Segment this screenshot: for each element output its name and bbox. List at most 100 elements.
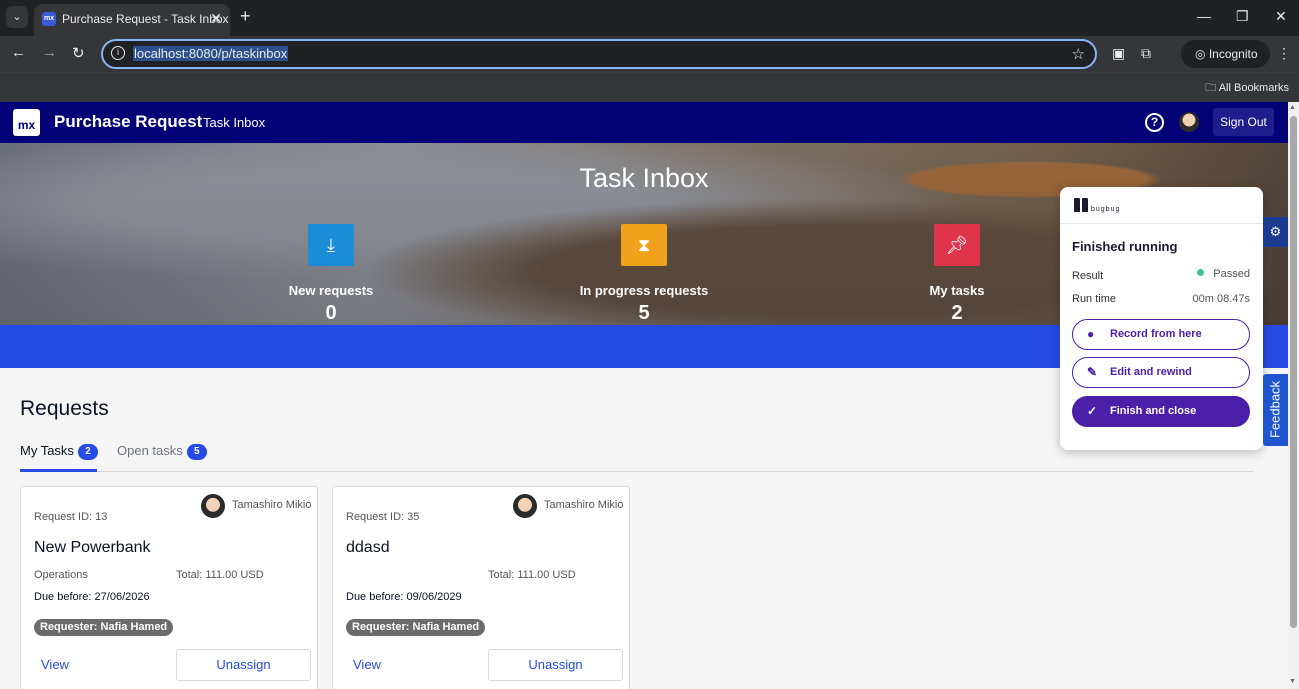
owner-name: Tamashiro Mikio [544,499,624,511]
check-icon: ✓ [1087,404,1098,418]
folder-icon: 🗀 [1205,82,1219,94]
runtime-value: 00m 08.47s [1192,293,1250,305]
page-name: Task Inbox [203,115,266,130]
owner-name: Tamashiro Mikio [232,499,312,511]
browser-tabstrip: ⌄ mx Purchase Request - Task Inbox ✕ + —… [0,0,1299,36]
bugbug-header: bugbug [1060,187,1263,224]
incognito-icon: ◎ [1195,47,1209,61]
page-scrollbar[interactable]: ▲ ▼ [1288,102,1299,689]
tab-close-icon[interactable]: ✕ [210,10,222,27]
stat-value-in-progress: 5 [638,302,650,324]
site-info-icon[interactable]: i [111,46,125,60]
tab-my-tasks-count: 2 [77,444,98,460]
edit-and-rewind-button[interactable]: ✎ Edit and rewind [1072,357,1250,388]
tab-open-tasks-label: Open tasks [117,443,183,458]
record-dot-icon: ● [1087,327,1095,341]
all-bookmarks-label: All Bookmarks [1218,82,1289,94]
scroll-down-arrow-icon[interactable]: ▼ [1289,678,1296,685]
user-settings-icon[interactable]: ⚙ [1263,217,1288,247]
bugbug-logo-icon [1074,198,1089,212]
unassign-button[interactable]: Unassign [176,649,311,681]
app-header: mx Purchase Request Task Inbox ? Sign Ou… [0,102,1288,143]
tab-favicon-icon: mx [42,12,56,26]
tab-title: Purchase Request - Task Inbox [62,12,229,26]
request-department: Operations [34,569,88,581]
request-due-date: Due before: 27/06/2026 [34,591,150,603]
requests-title: Requests [20,397,109,420]
browser-toolbar: ← → ↻ i localhost:8080/p/taskinbox ☆ ▣ ⧉… [0,36,1299,72]
tab-open-tasks-count: 5 [186,444,207,460]
bugbug-logo-text: bugbug [1091,206,1121,213]
finish-and-close-button[interactable]: ✓ Finish and close [1072,396,1250,427]
passed-status-dot [1197,269,1205,276]
view-link[interactable]: View [353,657,381,672]
request-total: Total: 111.00 USD [488,569,576,581]
stat-label-in-progress: In progress requests [579,283,709,298]
forward-arrow-icon[interactable]: → [42,44,57,61]
incognito-badge[interactable]: ◎ Incognito [1181,40,1270,68]
result-value: Passed [1197,268,1250,280]
minimize-icon[interactable]: — [1197,8,1211,24]
browser-menu-icon[interactable]: ⋮ [1277,45,1291,62]
unassign-button[interactable]: Unassign [488,649,623,681]
stat-label-my-tasks: My tasks [929,283,985,298]
help-icon[interactable]: ? [1145,113,1164,132]
request-due-date: Due before: 09/06/2029 [346,591,462,603]
finish-and-close-label: Finish and close [1110,405,1197,417]
hourglass-icon[interactable]: ⧗ [621,224,667,266]
request-id: Request ID: 35 [346,511,420,523]
edit-and-rewind-label: Edit and rewind [1110,366,1192,378]
stat-value-new: 0 [325,302,337,324]
stat-value-my-tasks: 2 [951,302,963,324]
sign-out-button[interactable]: Sign Out [1213,108,1274,136]
reload-icon[interactable]: ↻ [72,44,85,62]
scroll-up-arrow-icon[interactable]: ▲ [1289,104,1296,111]
owner-avatar [201,494,225,518]
pin-icon[interactable]: 📌︎ [934,224,980,266]
address-bar[interactable]: i localhost:8080/p/taskinbox ☆ [101,39,1097,69]
tab-my-tasks[interactable]: My Tasks 2 [20,443,98,460]
requester-badge: Requester: Nafia Hamed [34,619,174,636]
scrollbar-thumb[interactable] [1290,116,1297,628]
result-value-text: Passed [1213,268,1250,280]
request-card[interactable]: Request ID: 13 Tamashiro Mikio New Power… [20,486,318,689]
record-from-here-button[interactable]: ● Record from here [1072,319,1250,350]
window-close-icon[interactable]: ✕ [1275,8,1287,25]
request-name: ddasd [346,539,390,556]
request-total: Total: 111.00 USD [176,569,264,581]
restore-icon[interactable]: ❐ [1236,8,1249,25]
feedback-tab[interactable]: Feedback [1263,374,1288,446]
stat-label-new: New requests [288,283,374,298]
bookmarks-bar: 🗀 All Bookmarks [0,72,1299,102]
app-logo[interactable]: mx [13,109,40,136]
extensions-puzzle-icon[interactable]: ⧉ [1141,45,1151,62]
result-label: Result [1072,270,1104,282]
owner-avatar [513,494,537,518]
tab-open-tasks[interactable]: Open tasks 5 [117,443,207,460]
request-card[interactable]: Request ID: 35 Tamashiro Mikio ddasd Tot… [332,486,630,689]
url-text[interactable]: localhost:8080/p/taskinbox [133,46,289,61]
bugbug-panel: bugbug Finished running Result Passed Ru… [1060,187,1263,450]
reading-list-icon[interactable]: ▣ [1112,45,1125,62]
request-name: New Powerbank [34,539,151,556]
view-link[interactable]: View [41,657,69,672]
tab-my-tasks-label: My Tasks [20,443,74,458]
run-status: Finished running [1072,239,1178,254]
request-id: Request ID: 13 [34,511,108,523]
requester-badge: Requester: Nafia Hamed [346,619,486,636]
bookmark-star-icon[interactable]: ☆ [1072,45,1085,63]
rewind-icon: ✎ [1087,365,1098,379]
all-bookmarks-button[interactable]: 🗀 All Bookmarks [1205,79,1289,98]
record-from-here-label: Record from here [1110,328,1202,340]
user-avatar[interactable] [1179,112,1199,132]
incognito-label: Incognito [1208,47,1258,61]
new-tab-plus-icon[interactable]: + [240,6,251,27]
back-arrow-icon[interactable]: ← [11,44,26,61]
feedback-label: Feedback [1267,380,1283,439]
app-name[interactable]: Purchase Request [54,112,202,132]
download-icon[interactable]: ⤓ [308,224,354,266]
runtime-label: Run time [1072,293,1117,305]
tab-search-chevron-icon[interactable]: ⌄ [6,6,28,28]
browser-tab[interactable]: mx Purchase Request - Task Inbox ✕ [34,4,230,36]
active-tab-indicator [20,469,97,472]
